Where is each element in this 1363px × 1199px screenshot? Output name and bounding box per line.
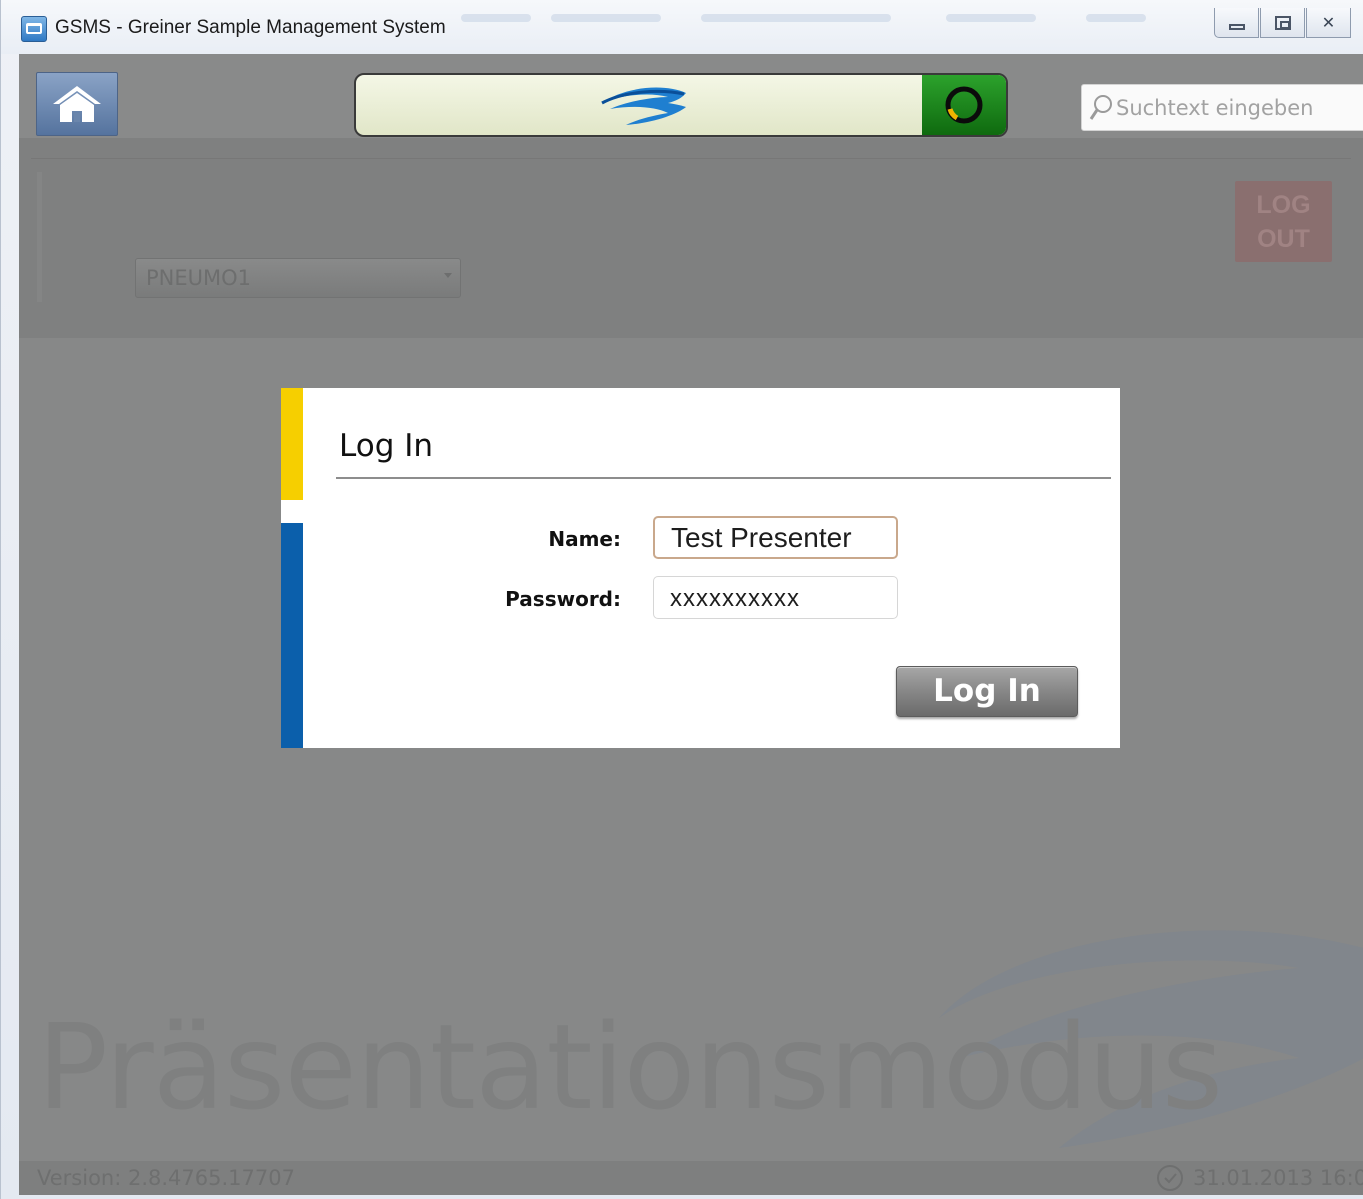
session-panel: PNEUMO1 LOG OUT [19,138,1363,338]
app-icon-glyph [26,23,42,34]
home-icon [53,86,101,122]
dialog-accent-blue [281,523,303,748]
application-window: GSMS - Greiner Sample Management System … [0,0,1363,1199]
version-label: Version: 2.8.4765.17707 [37,1166,295,1190]
home-button[interactable] [36,72,118,136]
dialog-title: Log In [339,428,434,464]
datetime-label: 31.01.2013 16:02 [1193,1166,1363,1190]
minimize-icon [1228,23,1245,30]
divider [336,477,1111,479]
close-button[interactable]: ✕ [1306,8,1351,38]
minimize-button[interactable] [1214,8,1259,38]
clock-icon [1157,1165,1183,1191]
title-bar-blur [461,14,531,22]
search-icon [1089,95,1112,120]
chevron-down-icon [444,273,452,278]
title-bar-blur [946,14,1036,22]
logout-label-line1: LOG [1256,190,1311,219]
restore-button[interactable] [1260,8,1305,38]
presentation-mode-watermark: Präsentationsmodus [37,998,1223,1136]
device-select[interactable]: PNEUMO1 [135,258,461,298]
logout-button[interactable]: LOG OUT [1235,181,1332,262]
window-controls: ✕ [1214,8,1363,38]
password-field[interactable] [653,576,898,619]
logout-label-line2: OUT [1257,224,1310,253]
window-title: GSMS - Greiner Sample Management System [55,17,446,38]
name-field[interactable] [653,516,898,559]
logo-bar [354,73,1008,137]
device-select-value: PNEUMO1 [146,266,252,290]
greiner-logo [601,87,686,125]
divider [31,158,1351,159]
toolbar [19,54,1363,138]
restore-icon [1274,15,1291,30]
name-label: Name: [548,527,621,551]
divider [37,172,42,302]
search-box[interactable] [1081,84,1363,131]
title-bar-blur [1086,14,1146,22]
password-label: Password: [505,587,621,611]
title-bar[interactable]: GSMS - Greiner Sample Management System … [1,0,1363,54]
login-dialog: Log In Name: Password: Log In [281,388,1120,748]
title-bar-blur [701,14,891,22]
title-bar-blur [551,14,661,22]
refresh-button[interactable] [922,75,1006,135]
app-icon [21,16,47,42]
close-icon: ✕ [1321,13,1336,32]
refresh-icon [945,86,983,124]
login-button[interactable]: Log In [896,666,1078,717]
status-bar: Version: 2.8.4765.17707 31.01.2013 16:02 [19,1161,1363,1195]
dialog-accent-yellow [281,388,303,500]
search-input[interactable] [1116,93,1356,123]
